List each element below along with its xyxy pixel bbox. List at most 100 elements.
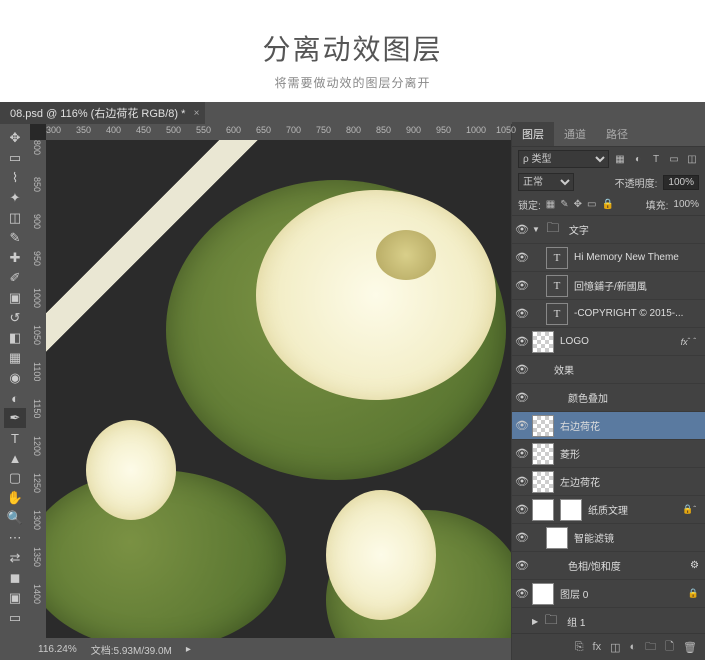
layer-row[interactable]: 👁纸质文理🔒ˆ [512,496,705,524]
opacity-value[interactable]: 100% [663,175,699,190]
tab-paths[interactable]: 路径 [596,122,638,146]
delete-layer-icon[interactable]: 🗑 [683,641,697,654]
chevron-up-icon[interactable]: ˆ [688,337,691,346]
zoom-tool-icon[interactable]: 🔍 [4,508,26,528]
filter-type-icon[interactable]: T [649,152,663,166]
path-select-icon[interactable]: ▲ [4,448,26,468]
ruler-tick: 650 [256,125,271,135]
lock-icon: 🔒 [682,504,693,515]
layer-row[interactable]: 👁颜色叠加 [512,384,705,412]
visibility-icon[interactable]: 👁 [512,531,532,544]
gradient-tool-icon[interactable]: ▦ [4,348,26,368]
more-tools-icon[interactable]: ⋯ [4,528,26,548]
visibility-icon[interactable]: 👁 [512,475,532,488]
ruler-tick: 400 [106,125,121,135]
crop-tool-icon[interactable]: ◫ [4,208,26,228]
dodge-tool-icon[interactable]: ◐ [4,388,26,408]
shape-tool-icon[interactable]: ▢ [4,468,26,488]
lock-pos-icon[interactable]: ✥ [574,199,582,210]
lock-artboard-icon[interactable]: ▭ [587,199,596,210]
layer-row[interactable]: 👁智能滤镜 [512,524,705,552]
filter-image-icon[interactable]: ▦ [613,152,627,166]
chevron-right-icon[interactable]: ▶ [532,617,538,626]
lock-all-icon[interactable]: 🔒 [601,199,613,210]
quickmask-icon[interactable]: ▣ [4,588,26,608]
eraser-tool-icon[interactable]: ◧ [4,328,26,348]
canvas[interactable] [46,140,511,638]
blend-mode-select[interactable]: 正常 [518,173,574,191]
ruler-tick: 900 [406,125,421,135]
swap-colors-icon[interactable]: ⇄ [4,548,26,568]
visibility-icon[interactable]: 👁 [512,559,532,572]
layer-row[interactable]: 👁菱形 [512,440,705,468]
heal-tool-icon[interactable]: ✚ [4,248,26,268]
document-tab[interactable]: 08.psd @ 116% (右边荷花 RGB/8) * × [0,102,205,124]
lock-pixels-icon[interactable]: ▦ [546,199,555,210]
layer-fx-icon[interactable]: fx [593,641,602,653]
visibility-icon[interactable]: 👁 [512,447,532,460]
visibility-icon[interactable]: 👁 [512,279,532,292]
layer-row[interactable]: 👁LOGOfxˆˆ [512,328,705,356]
marquee-tool-icon[interactable]: ▭ [4,148,26,168]
new-group-icon[interactable]: 🗀 [645,638,656,657]
close-icon[interactable]: × [194,108,200,119]
layer-row[interactable]: 👁右边荷花 [512,412,705,440]
lasso-tool-icon[interactable]: ⌇ [4,168,26,188]
filter-smart-icon[interactable]: ◫ [685,152,699,166]
fill-value[interactable]: 100% [673,199,699,210]
layer-row[interactable]: 👁效果 [512,356,705,384]
pen-tool-icon[interactable]: ✒ [4,408,26,428]
chevron-down-icon[interactable]: ▼ [532,225,540,234]
visibility-icon[interactable]: 👁 [512,251,532,264]
lock-icon: 🔒 [688,588,699,599]
filter-adjust-icon[interactable]: ◐ [631,152,645,166]
visibility-icon[interactable]: 👁 [512,363,532,376]
stamp-tool-icon[interactable]: ▣ [4,288,26,308]
history-brush-icon[interactable]: ↺ [4,308,26,328]
chevron-up-icon[interactable]: ˆ [693,337,696,346]
move-tool-icon[interactable]: ✥ [4,128,26,148]
gear-icon[interactable]: ⚙ [690,560,699,571]
layer-row[interactable]: 👁T回憶鋪子/新國風 [512,272,705,300]
visibility-icon[interactable]: 👁 [512,335,532,348]
screenmode-icon[interactable]: ▭ [4,608,26,628]
fg-bg-colors[interactable]: ◼ [4,568,26,588]
layer-thumb [532,443,554,465]
ruler-tick: 600 [226,125,241,135]
layer-row[interactable]: 👁THi Memory New Theme [512,244,705,272]
tab-channels[interactable]: 通道 [554,122,596,146]
layer-row[interactable]: ▶🗀组 1 [512,608,705,633]
visibility-icon[interactable]: 👁 [512,587,532,600]
zoom-value[interactable]: 116.24% [38,644,77,655]
layer-row[interactable]: 👁▼🗀文字 [512,216,705,244]
fill-label: 填充: [646,197,669,212]
ruler-tick: 1000 [466,125,486,135]
layer-row[interactable]: 👁图层 0🔒 [512,580,705,608]
type-tool-icon[interactable]: T [4,428,26,448]
visibility-icon[interactable]: 👁 [512,503,532,516]
visibility-icon[interactable]: 👁 [512,307,532,320]
new-layer-icon[interactable]: 🗋 [665,638,674,657]
layer-row[interactable]: 👁T-COPYRIGHT © 2015-... [512,300,705,328]
layer-row[interactable]: 👁色相/饱和度⚙ [512,552,705,580]
chevron-up-icon[interactable]: ˆ [693,505,696,514]
visibility-icon[interactable]: 👁 [512,419,532,432]
brush-tool-icon[interactable]: ✐ [4,268,26,288]
lock-paint-icon[interactable]: ✎ [560,199,568,210]
layer-row[interactable]: 👁左边荷花 [512,468,705,496]
ruler-tick: 800 [346,125,361,135]
layer-mask-icon[interactable]: ◫ [610,641,620,654]
tab-layers[interactable]: 图层 [512,122,554,146]
wand-tool-icon[interactable]: ✦ [4,188,26,208]
visibility-icon[interactable]: 👁 [512,223,532,236]
layer-filter-select[interactable]: ρ 类型 [518,150,609,168]
adjustment-layer-icon[interactable]: ◐ [630,641,637,653]
link-layers-icon[interactable]: ⎘ [575,641,584,654]
visibility-icon[interactable]: 👁 [512,391,532,404]
eyedropper-tool-icon[interactable]: ✎ [4,228,26,248]
blur-tool-icon[interactable]: ◉ [4,368,26,388]
status-arrow-icon[interactable]: ▸ [186,644,191,655]
filter-shape-icon[interactable]: ▭ [667,152,681,166]
hand-tool-icon[interactable]: ✋ [4,488,26,508]
fx-badge[interactable]: fx [681,337,688,347]
